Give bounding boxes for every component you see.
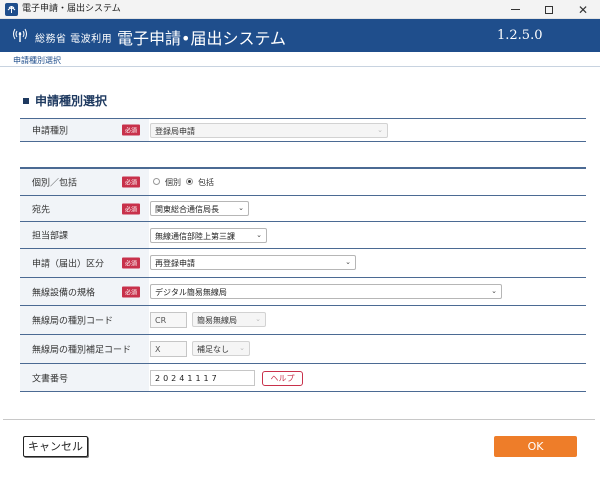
supp-code-input[interactable]: X [150,341,187,357]
chevron-down-icon: ⌄ [238,204,244,212]
required-badge: 必須 [122,124,141,136]
supp-type-select[interactable]: 補足なし ⌄ [192,341,250,356]
standard-label: 無線設備の規格 [32,288,96,298]
row-standard: 無線設備の規格 必須 デジタル簡易無線局 ⌄ [20,277,586,305]
radio-bulk-label: 包括 [198,178,214,187]
cancel-button[interactable]: キャンセル [23,436,88,457]
app-header: 総務省 電波利用 電子申請•届出システム 1.2.5.0 [0,19,600,52]
row-supp-code: 無線局の種別補足コード X 補足なし ⌄ [20,334,586,363]
row-individual: 個別／包括 必須 個別 包括 [20,167,586,195]
row-label-cell: 文書番号 [20,364,149,391]
category-label: 申請（届出）区分 [32,259,105,270]
required-badge: 必須 [122,176,141,188]
station-code-label: 無線局の種別コード [32,316,114,327]
chevron-down-icon: ⌄ [377,126,383,134]
row-label-cell: 個別／包括 必須 [20,169,149,195]
standard-select[interactable]: デジタル簡易無線局 ⌄ [150,284,502,299]
radio-individual-label: 個別 [165,178,181,187]
category-select[interactable]: 再登録申請 ⌄ [150,255,356,270]
ok-button[interactable]: OK [494,436,577,457]
app-icon [5,3,18,16]
chevron-down-icon: ⌄ [255,315,261,323]
station-code-value: CR [155,316,167,325]
help-button[interactable]: ヘルプ [262,371,303,386]
breadcrumb-bar: 申請種別選択 [0,52,600,67]
app-type-value: 登録局申請 [155,127,195,136]
individual-label: 個別／包括 [32,178,78,189]
department-label: 担当部課 [32,231,69,242]
radio-bulk[interactable] [186,178,193,185]
row-label-cell: 無線設備の規格 必須 [20,278,149,305]
station-type-value: 簡易無線局 [197,316,237,325]
maximize-button[interactable] [532,0,566,19]
row-label-cell: 無線局の種別コード [20,306,149,334]
doc-number-input[interactable]: 20241117 [150,370,255,386]
title-square-icon [23,97,29,104]
app-type-select[interactable]: 登録局申請 ⌄ [150,123,388,138]
station-type-select[interactable]: 簡易無線局 ⌄ [192,312,266,327]
page-title: 申請種別選択 [23,92,107,109]
standard-value: デジタル簡易無線局 [155,288,227,297]
required-badge: 必須 [122,203,141,214]
system-title: 電子申請•届出システム [117,29,286,48]
row-label-cell: 担当部課 [20,222,149,248]
row-destination: 宛先 必須 関東総合通信局長 ⌄ [20,195,586,221]
row-label-cell: 無線局の種別補足コード [20,335,149,363]
app-type-label: 申請種別 [32,126,69,137]
window-titlebar: 電子申請・届出システム ✕ [0,0,600,19]
station-code-input[interactable]: CR [150,312,187,328]
row-label-cell: 申請種別 必須 [20,119,149,141]
destination-label: 宛先 [32,205,51,215]
required-badge: 必須 [122,286,141,297]
close-icon: ✕ [577,2,589,17]
row-station-code: 無線局の種別コード CR 簡易無線局 ⌄ [20,305,586,334]
antenna-icon [12,27,28,43]
department-value: 無線通信部陸上第三課 [155,232,235,241]
chevron-down-icon: ⌄ [239,344,245,352]
required-badge: 必須 [122,257,141,269]
minimize-button[interactable] [498,0,532,19]
row-department: 担当部課 無線通信部陸上第三課 ⌄ [20,221,586,248]
row-label-cell: 宛先 必須 [20,196,149,221]
maximize-icon [545,5,553,14]
department-select[interactable]: 無線通信部陸上第三課 ⌄ [150,228,267,243]
radio-individual[interactable] [153,178,160,185]
row-doc-number: 文書番号 20241117 ヘルプ [20,363,586,392]
supp-type-value: 補足なし [197,345,229,354]
chevron-down-icon: ⌄ [256,231,262,239]
close-button[interactable]: ✕ [566,0,600,19]
supp-code-label: 無線局の種別補足コード [32,345,132,356]
supp-code-value: X [155,345,161,354]
window-title: 電子申請・届出システム [22,4,121,14]
chevron-down-icon: ⌄ [491,287,497,295]
category-value: 再登録申請 [155,259,195,268]
doc-number-label: 文書番号 [32,374,69,384]
page-title-text: 申請種別選択 [35,94,108,108]
minimize-icon [510,9,520,10]
destination-select[interactable]: 関東総合通信局長 ⌄ [150,201,249,216]
main-panel: 申請種別選択 申請種別 必須 登録局申請 ⌄ 個別／包括 必須 個別 包括 宛先… [3,70,595,420]
ministry-label: 総務省 電波利用 [35,34,113,45]
doc-number-value: 20241117 [155,374,220,383]
destination-value: 関東総合通信局長 [155,205,219,214]
row-app-type: 申請種別 必須 登録局申請 ⌄ [20,118,586,142]
version-label: 1.2.5.0 [497,28,543,43]
row-category: 申請（届出）区分 必須 再登録申請 ⌄ [20,248,586,277]
row-label-cell: 申請（届出）区分 必須 [20,249,149,277]
chevron-down-icon: ⌄ [345,258,351,266]
breadcrumb: 申請種別選択 [13,56,61,65]
